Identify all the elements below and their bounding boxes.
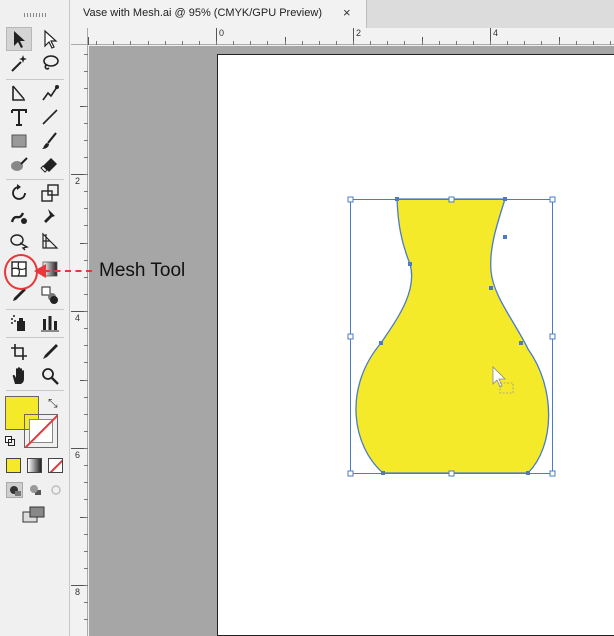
highlight-circle [4, 254, 38, 290]
selection-tool-icon[interactable] [6, 27, 32, 51]
hand-tool-icon[interactable] [6, 364, 32, 388]
document-title: Vase with Mesh.ai @ 95% (CMYK/GPU Previe… [83, 7, 322, 19]
direct-selection-tool-icon[interactable] [37, 27, 63, 51]
ruler-label: 6 [75, 450, 81, 460]
scale-tool-icon[interactable] [37, 181, 63, 205]
artboard[interactable] [217, 54, 614, 636]
zoom-tool-icon[interactable] [37, 364, 63, 388]
annotation-arrow-line [44, 270, 92, 272]
tool-separator [6, 390, 64, 391]
line-segment-tool-icon[interactable] [37, 105, 63, 129]
document-tab-bar: Vase with Mesh.ai @ 95% (CMYK/GPU Previe… [71, 0, 614, 28]
rotate-tool-icon[interactable] [6, 181, 32, 205]
tools-panel: ⤡ [0, 0, 70, 636]
vertical-ruler-ticks [71, 54, 88, 620]
draw-behind-button[interactable] [27, 482, 44, 498]
warp-tool-icon[interactable] [6, 205, 32, 229]
curvature-tool-icon[interactable] [37, 81, 63, 105]
none-mode-button[interactable] [48, 458, 63, 473]
magic-wand-tool-icon[interactable] [6, 51, 32, 75]
ruler-label: 0 [219, 28, 225, 38]
blob-brush-tool-icon[interactable] [6, 153, 32, 177]
swap-fill-stroke-icon[interactable]: ⤡ [48, 396, 58, 411]
paintbrush-tool-icon[interactable] [37, 129, 63, 153]
screen-mode-button[interactable] [22, 506, 46, 524]
puppet-warp-tool-icon[interactable] [37, 205, 63, 229]
tool-separator [6, 337, 64, 338]
color-mode-button[interactable] [6, 458, 21, 473]
ruler-label: 2 [356, 28, 362, 38]
lasso-tool-icon[interactable] [37, 51, 63, 75]
panel-grip[interactable] [24, 13, 46, 17]
tool-separator [6, 309, 64, 310]
horizontal-ruler-ticks [88, 28, 611, 45]
pen-tool-icon[interactable] [6, 81, 32, 105]
ruler-label: 8 [75, 587, 81, 597]
column-graph-tool-icon[interactable] [37, 311, 63, 335]
tool-separator [6, 179, 64, 180]
slice-tool-icon[interactable] [37, 340, 63, 364]
ruler-origin[interactable] [71, 28, 88, 45]
shape-builder-tool-icon[interactable] [6, 229, 32, 253]
ruler-label: 2 [75, 176, 81, 186]
document-tab[interactable]: Vase with Mesh.ai @ 95% (CMYK/GPU Previe… [71, 0, 367, 28]
draw-inside-button[interactable] [48, 482, 65, 498]
type-tool-icon[interactable] [6, 105, 32, 129]
artboard-tool-icon[interactable] [6, 340, 32, 364]
tool-separator [6, 79, 64, 80]
ruler-label: 4 [493, 28, 499, 38]
rectangle-tool-icon[interactable] [6, 129, 32, 153]
gradient-mode-button[interactable] [27, 458, 42, 473]
ruler-label: 4 [75, 313, 81, 323]
symbol-sprayer-tool-icon[interactable] [6, 311, 32, 335]
perspective-grid-tool-icon[interactable] [37, 229, 63, 253]
vertical-ruler[interactable]: 2 4 6 8 [71, 45, 88, 636]
default-fill-stroke-icon[interactable] [5, 436, 16, 447]
stroke-swatch[interactable] [24, 414, 58, 448]
blend-tool-icon[interactable] [37, 283, 63, 307]
eraser-tool-icon[interactable] [37, 153, 63, 177]
horizontal-ruler[interactable]: 0 2 4 [88, 28, 614, 45]
annotation-label: Mesh Tool [99, 260, 186, 281]
close-tab-icon[interactable]: × [343, 5, 351, 20]
draw-normal-button[interactable] [6, 482, 23, 498]
